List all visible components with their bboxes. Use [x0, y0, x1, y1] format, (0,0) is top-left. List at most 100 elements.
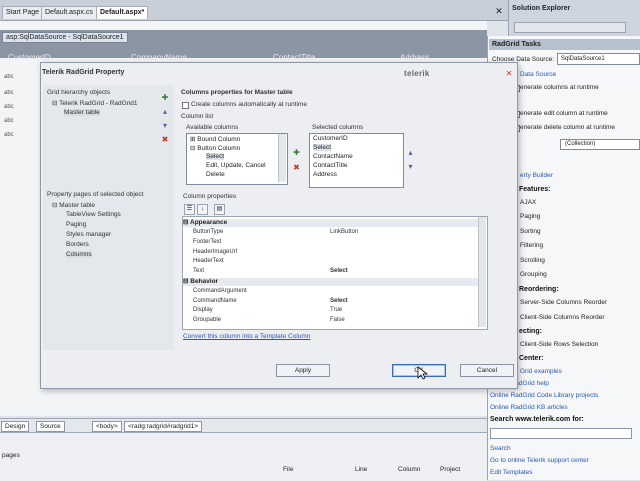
- error-list-column[interactable]: Column: [398, 466, 420, 473]
- property-name[interactable]: Groupable: [193, 317, 221, 323]
- property-name[interactable]: FooterText: [193, 239, 221, 245]
- remove-column-icon[interactable]: ✖: [292, 163, 301, 172]
- feature-paging[interactable]: Paging: [520, 213, 540, 220]
- design-view-tab[interactable]: Design: [1, 421, 30, 432]
- search-link[interactable]: Search: [490, 445, 511, 452]
- dialog-title: Telerik RadGrid Property: [42, 69, 125, 76]
- kb-articles-link[interactable]: Online RadGrid KB articles: [490, 404, 568, 411]
- search-heading: Search www.telerik.com for:: [490, 416, 584, 423]
- collection-select[interactable]: (Collection): [560, 139, 640, 150]
- list-item[interactable]: Edit, Update, Cancel: [206, 162, 266, 169]
- tree-item-radgrid[interactable]: ⊟ Telerik RadGrid - RadGrid1: [52, 99, 138, 107]
- error-list-column[interactable]: Line: [355, 466, 367, 473]
- tree-item-label: Telerik RadGrid - RadGrid1: [59, 100, 138, 107]
- property-name[interactable]: HeaderImageUrl: [193, 249, 237, 255]
- grid-cell: abc: [4, 74, 14, 80]
- list-item[interactable]: Select: [313, 144, 332, 151]
- edit-templates-link[interactable]: Edit Templates: [490, 469, 533, 476]
- gen-edit-label: enerate edit column at runtime: [520, 110, 608, 117]
- search-input[interactable]: [490, 428, 632, 439]
- tab-default-aspx-cs[interactable]: Default.aspx.cs: [41, 6, 97, 19]
- list-item[interactable]: ⊟ Button Column: [190, 144, 240, 152]
- move-up-icon[interactable]: ▴: [406, 148, 415, 157]
- move-down-icon[interactable]: ▾: [406, 162, 415, 171]
- list-item[interactable]: Address: [313, 171, 337, 178]
- feature-grouping[interactable]: Grouping: [520, 271, 547, 278]
- error-list-column[interactable]: File: [283, 466, 293, 473]
- auto-generate-checkbox[interactable]: [182, 102, 189, 109]
- feature-scrolling[interactable]: Scrolling: [520, 257, 545, 264]
- property-name[interactable]: CommandName: [193, 298, 237, 304]
- page-item-styles-manager[interactable]: Styles manager: [66, 231, 111, 238]
- client-reorder-option[interactable]: Client-Side Columns Reorder: [520, 314, 605, 321]
- property-name[interactable]: Text: [193, 268, 204, 274]
- add-column-icon[interactable]: ✚: [292, 148, 301, 157]
- property-name[interactable]: Display: [193, 307, 213, 313]
- close-icon[interactable]: ✕: [505, 70, 513, 78]
- property-pages-label: Property pages of selected object: [47, 191, 144, 198]
- feature-sorting[interactable]: Sorting: [520, 228, 541, 235]
- property-category[interactable]: ⊟ Appearance: [183, 219, 478, 227]
- convert-template-link[interactable]: Convert this column into a Template Colu…: [183, 333, 310, 340]
- selected-columns-label: Selected columns: [312, 124, 364, 131]
- list-item[interactable]: ContactName: [313, 153, 353, 160]
- property-builder-link[interactable]: erty Builder: [520, 172, 553, 179]
- tree-item-master-table[interactable]: Master table: [64, 109, 100, 116]
- configure-datasource-link[interactable]: Data Source: [520, 71, 556, 78]
- available-list-scrollbar[interactable]: [278, 134, 286, 182]
- grid-cell: abc: [4, 132, 14, 138]
- client-row-selection-option[interactable]: Client-Side Rows Selection: [520, 341, 598, 348]
- support-center-link[interactable]: Go to online Telerik support center: [490, 457, 589, 464]
- apply-button[interactable]: Apply: [276, 364, 330, 377]
- gen-columns-label: enerate columns at runtime: [520, 84, 599, 91]
- property-value[interactable]: LinkButton: [330, 229, 358, 235]
- property-value[interactable]: False: [330, 317, 345, 323]
- cancel-button[interactable]: Cancel: [460, 364, 514, 377]
- datasource-smart-tag[interactable]: asp:SqlDataSource - SqlDataSource1: [2, 32, 128, 43]
- list-item[interactable]: ⊞ Bound Column: [190, 135, 240, 143]
- feature-filtering[interactable]: Filtering: [520, 242, 543, 249]
- property-value[interactable]: Select: [330, 268, 348, 274]
- close-icon[interactable]: ✕: [494, 6, 504, 16]
- property-pages-icon[interactable]: ▤: [214, 204, 225, 215]
- property-value[interactable]: Select: [330, 298, 348, 304]
- page-item-master-table[interactable]: ⊟ Master table: [52, 201, 95, 209]
- add-icon[interactable]: ✚: [160, 93, 170, 103]
- grid-column-header: CompanyName: [131, 53, 187, 62]
- grid-examples-link[interactable]: Grid examples: [520, 368, 562, 375]
- tab-start-page[interactable]: Start Page: [2, 6, 44, 19]
- error-list-column[interactable]: Project: [440, 466, 460, 473]
- solution-explorer-toolbar[interactable]: [514, 22, 626, 33]
- grid-cell: abc: [4, 104, 14, 110]
- page-item-columns[interactable]: Columns: [66, 251, 92, 258]
- move-up-icon[interactable]: ▴: [160, 107, 170, 117]
- code-library-link[interactable]: Online RadGrid Code Library projects: [490, 392, 598, 399]
- property-name[interactable]: HeaderText: [193, 258, 224, 264]
- page-item-tableview-settings[interactable]: TableView Settings: [66, 211, 121, 218]
- server-reorder-option[interactable]: Server-Side Columns Reorder: [520, 299, 607, 306]
- property-category[interactable]: ⊟ Behavior: [183, 278, 478, 286]
- source-view-tab[interactable]: Source: [36, 421, 65, 432]
- list-item[interactable]: ContactTitle: [313, 162, 347, 169]
- delete-icon[interactable]: ✖: [160, 135, 170, 145]
- property-value[interactable]: True: [330, 307, 342, 313]
- page-item-paging[interactable]: Paging: [66, 221, 86, 228]
- tab-default-aspx[interactable]: Default.aspx*: [96, 6, 149, 19]
- feature-ajax[interactable]: AJAX: [520, 199, 536, 206]
- categorized-icon[interactable]: ☰: [184, 204, 195, 215]
- page-item-borders[interactable]: Borders: [66, 241, 89, 248]
- move-down-icon[interactable]: ▾: [160, 121, 170, 131]
- list-item[interactable]: CustomerID: [313, 135, 348, 142]
- list-item[interactable]: Select: [206, 153, 225, 160]
- hierarchy-label: Grid hierarchy objects: [47, 89, 111, 96]
- tag-breadcrumb-body[interactable]: <body>: [92, 421, 122, 432]
- property-grid-scrollbar[interactable]: [478, 217, 486, 327]
- tag-breadcrumb-radgrid[interactable]: <radg:radgrid#radgrid1>: [124, 421, 203, 432]
- property-name[interactable]: ButtonType: [193, 229, 223, 235]
- alphabetical-icon[interactable]: ↓: [197, 204, 208, 215]
- document-tab-strip: Start Page Default.aspx.cs Default.aspx*: [0, 0, 508, 21]
- list-item[interactable]: Delete: [206, 171, 225, 178]
- property-name[interactable]: CommandArgument: [193, 288, 247, 294]
- datasource-select[interactable]: SqlDataSource1: [557, 53, 640, 65]
- column-properties-label: Column properties: [183, 193, 237, 200]
